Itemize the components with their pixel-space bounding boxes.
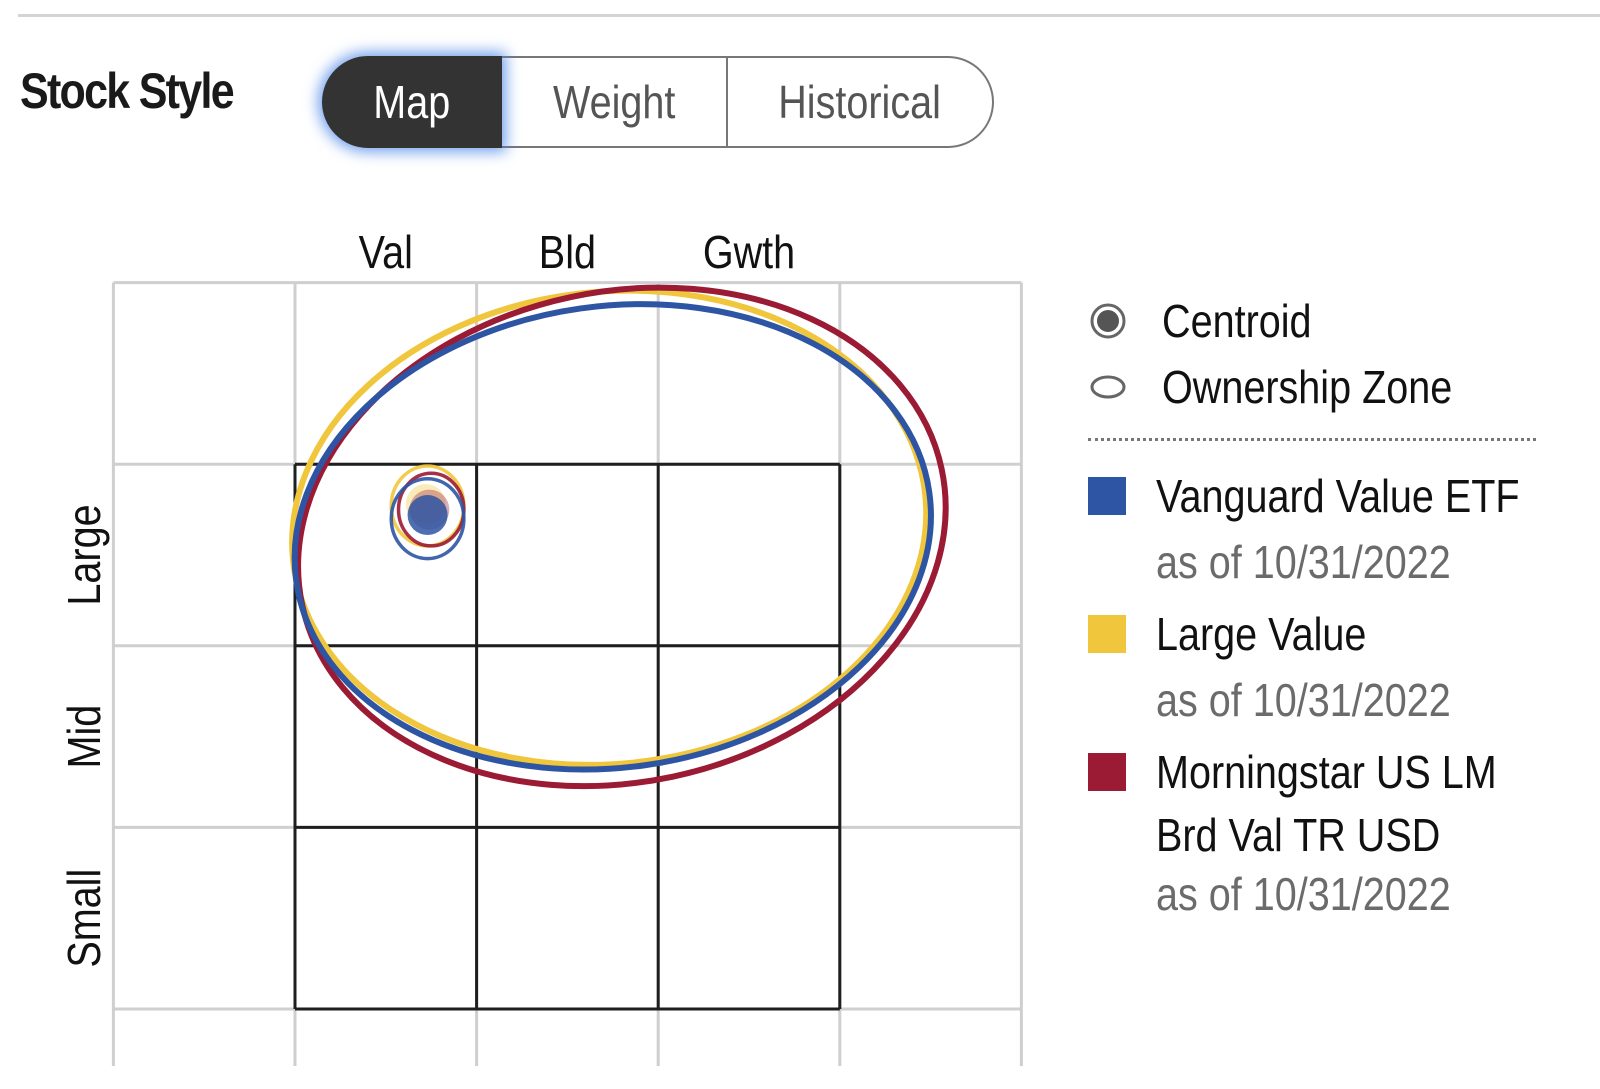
legend-divider bbox=[1088, 438, 1536, 441]
chart-marks bbox=[289, 284, 949, 790]
series-date: as of 10/31/2022 bbox=[1156, 674, 1451, 726]
legend-centroid-label: Centroid bbox=[1162, 295, 1312, 347]
style-box-grid bbox=[293, 462, 842, 1011]
y-tick-label: Large bbox=[59, 504, 110, 605]
x-tick-label: Val bbox=[359, 227, 413, 278]
legend-series-large-value: Large Value as of 10/31/2022 bbox=[1088, 601, 1548, 733]
series-name: Morningstar US LM bbox=[1156, 746, 1497, 798]
tab-map[interactable]: Map bbox=[322, 56, 502, 148]
centroid-dot bbox=[407, 495, 448, 536]
tab-map-label: Map bbox=[373, 76, 451, 128]
legend-series-morningstar-index: Morningstar US LM Brd Val TR USD as of 1… bbox=[1088, 739, 1548, 923]
y-tick-label: Mid bbox=[59, 705, 110, 769]
style-map-chart: Val Bld Gwth Large Mid Small bbox=[59, 227, 1023, 1066]
x-tick-label: Gwth bbox=[703, 227, 795, 278]
series-name-cont: Brd Val TR USD bbox=[1156, 809, 1441, 861]
x-axis-labels: Val Bld Gwth bbox=[359, 227, 795, 278]
series-color-swatch bbox=[1088, 615, 1126, 653]
legend-ownership-zone-label: Ownership Zone bbox=[1162, 361, 1453, 413]
legend: Centroid Ownership Zone Vanguard Value E… bbox=[1088, 288, 1548, 929]
ownership-zone-ellipse bbox=[295, 284, 949, 790]
series-date: as of 10/31/2022 bbox=[1156, 868, 1451, 920]
y-tick-label: Small bbox=[59, 869, 110, 968]
series-name: Large Value bbox=[1156, 608, 1367, 660]
legend-series-vanguard: Vanguard Value ETF as of 10/31/2022 bbox=[1088, 463, 1548, 595]
legend-centroid: Centroid bbox=[1088, 288, 1548, 354]
centroid-icon bbox=[1090, 303, 1126, 339]
series-color-swatch bbox=[1088, 753, 1126, 791]
ownership-zone-icon bbox=[1090, 375, 1126, 399]
x-tick-label: Bld bbox=[539, 227, 596, 278]
series-color-swatch bbox=[1088, 477, 1126, 515]
legend-ownership-zone: Ownership Zone bbox=[1088, 354, 1548, 420]
series-date: as of 10/31/2022 bbox=[1156, 536, 1451, 588]
series-name: Vanguard Value ETF bbox=[1156, 470, 1520, 522]
y-axis-labels: Large Mid Small bbox=[59, 504, 110, 967]
